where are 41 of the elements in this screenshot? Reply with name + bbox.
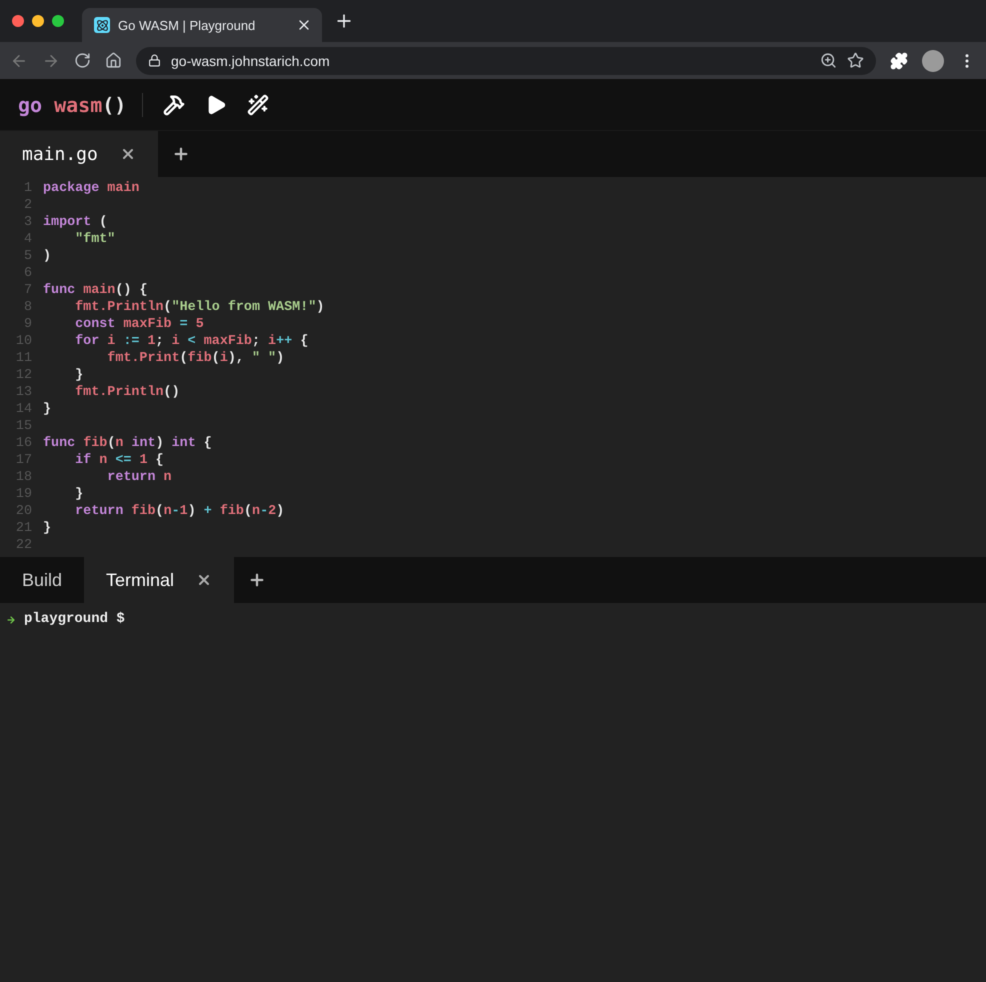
- code-line: "fmt": [74, 231, 116, 248]
- code-line: return n: [106, 469, 172, 486]
- code-line: const maxFib = 5: [74, 316, 204, 333]
- code-line: fmt.Println("Hello from WASM!"): [74, 299, 324, 316]
- code-line: func fib(n int) int {: [43, 435, 212, 452]
- star-icon[interactable]: [847, 52, 864, 69]
- close-window-button[interactable]: [12, 15, 24, 27]
- code-line: return fib(n-1) + fib(n-2): [74, 503, 284, 520]
- tab[interactable]: Terminal: [84, 557, 234, 603]
- code-line: fmt.Println(): [74, 384, 180, 401]
- code-line: ): [43, 248, 52, 265]
- code-line: }: [74, 486, 84, 503]
- address-bar[interactable]: go-wasm.johnstarich.com: [136, 46, 876, 74]
- app-logo: wasm(): [54, 92, 126, 116]
- magic-wand-icon[interactable]: [247, 94, 270, 116]
- code-line: fmt.Print(fib(i), " "): [106, 350, 284, 367]
- reload-icon[interactable]: [74, 52, 91, 69]
- code-line: }: [43, 401, 52, 418]
- hammer-icon[interactable]: [163, 94, 186, 116]
- tab[interactable]: main.go: [0, 131, 158, 177]
- minimize-window-button[interactable]: [32, 15, 44, 27]
- code-line: }: [43, 520, 52, 537]
- code-line: if n <= 1 {: [74, 452, 164, 469]
- zoom-icon[interactable]: [820, 52, 837, 69]
- terminal-prompt: playground $: [24, 611, 125, 627]
- add-tab-icon[interactable]: [172, 145, 190, 163]
- home-icon[interactable]: [105, 52, 122, 69]
- app-logo: go: [18, 92, 42, 116]
- maximize-window-button[interactable]: [52, 15, 64, 27]
- code-line: }: [74, 367, 84, 384]
- prompt-arrow-icon: [6, 615, 16, 625]
- lock-icon: [148, 54, 161, 67]
- code-line: package main: [43, 180, 140, 197]
- code-line: func main() {: [43, 282, 148, 299]
- avatar[interactable]: [922, 50, 944, 72]
- atom-icon: [94, 17, 110, 33]
- browser-tab[interactable]: Go WASM | Playground: [82, 8, 322, 42]
- code-line: import (: [43, 214, 108, 231]
- add-tab-icon[interactable]: [248, 571, 266, 589]
- puzzle-icon[interactable]: [890, 52, 908, 70]
- code-line: for i := 1; i < maxFib; i++ {: [74, 333, 308, 350]
